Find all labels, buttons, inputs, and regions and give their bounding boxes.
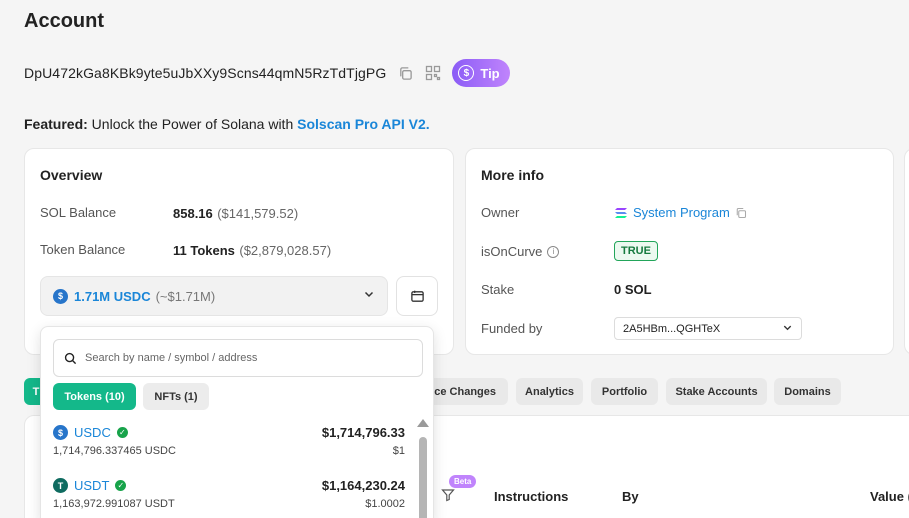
tip-button[interactable]: $ Tip [452,59,510,87]
owner-label: Owner [481,205,520,220]
funded-by-value: 2A5HBm...QGHTeX [623,322,721,335]
dollar-coin-icon: $ [458,65,475,81]
more-info-title: More info [481,167,544,183]
right-card-edge [904,148,909,355]
token-dropdown: Tokens (10) NFTs (1) USDC ✓ $1,714,796.3… [40,326,434,518]
usdt-icon [53,478,68,493]
scrollbar-thumb[interactable] [419,437,427,518]
token-row-usdt[interactable]: USDT ✓ $1,164,230.24 1,163,972.991087 US… [53,476,405,516]
tab-analytics[interactable]: Analytics [516,378,583,405]
tip-label: Tip [480,65,500,81]
filter-icon[interactable] [441,488,455,507]
token-amount: 1,714,796.337465 USDC [53,445,176,457]
scroll-up-arrow-icon[interactable] [417,419,429,427]
owner-link[interactable]: System Program [633,205,730,220]
verified-check-icon: ✓ [116,427,128,438]
token-balance-value: 11 Tokens [173,243,235,258]
usdc-icon [53,425,68,440]
usdc-icon [53,288,68,304]
solana-icon [615,207,627,218]
funded-by-label: Funded by [481,321,543,336]
token-search [53,339,423,377]
token-row-usdc[interactable]: USDC ✓ $1,714,796.33 1,714,796.337465 US… [53,423,405,463]
token-name-group: USDC ✓ [53,425,128,440]
overview-title: Overview [40,167,103,183]
token-symbol: USDC [74,425,111,440]
stake-value: 0 SOL [614,282,652,297]
chevron-down-icon [782,320,793,338]
stake-label: Stake [481,282,515,297]
sol-balance-value-group: 858.16 ($141,579.52) [173,205,298,223]
featured-text: Unlock the Power of Solana with [87,116,298,132]
oncurve-label-group: isOnCurve i [481,244,560,259]
oncurve-label: isOnCurve [481,244,543,259]
account-address: DpU472kGa8KBk9yte5uJbXXy9Scns44qmN5RzTdT… [24,65,387,81]
tab-nfts[interactable]: NFTs (1) [143,383,209,410]
token-price: $1.0002 [365,498,405,510]
copy-icon [736,207,746,218]
wallet-view-button[interactable] [396,276,438,316]
token-balance-usd: ($2,879,028.57) [239,243,332,258]
tab-stake-accounts[interactable]: Stake Accounts [666,378,767,405]
page-title: Account [24,10,104,32]
sol-balance-label: SOL Balance [40,205,117,220]
info-icon[interactable]: i [547,245,560,258]
featured-link[interactable]: Solscan Pro API V2. [297,116,430,132]
oncurve-badge: TRUE [614,241,658,261]
token-name-group: USDT ✓ [53,478,127,493]
tab-domains[interactable]: Domains [774,378,841,405]
column-value: Value ( [870,489,909,504]
token-search-input[interactable] [85,352,405,364]
chevron-down-icon [363,287,375,305]
column-by: By [622,489,639,504]
overview-card: Overview SOL Balance 858.16 ($141,579.52… [24,148,454,355]
column-instructions: Instructions [494,489,569,504]
beta-badge: Beta [449,475,477,488]
token-price: $1 [392,445,405,457]
sol-balance-usd: ($141,579.52) [217,206,299,221]
selected-token: 1.71M USDC [74,288,151,304]
more-info-card: More info Owner System Program isOnCurve… [465,148,894,355]
wallet-icon [410,290,424,302]
featured-banner: Featured: Unlock the Power of Solana wit… [24,116,430,132]
address-row: DpU472kGa8KBk9yte5uJbXXy9Scns44qmN5RzTdT… [24,59,510,87]
sol-balance-value: 858.16 [173,206,213,221]
featured-prefix: Featured: [24,116,88,132]
token-amount: 1,163,972.991087 USDT [53,498,175,510]
token-symbol: USDT [74,478,110,493]
funded-by-select[interactable]: 2A5HBm...QGHTeX [614,317,802,340]
token-balance-label: Token Balance [40,242,126,257]
tab-tokens[interactable]: Tokens (10) [53,383,136,410]
verified-check-icon: ✓ [115,480,127,491]
token-value: $1,714,796.33 [321,425,405,440]
token-value: $1,164,230.24 [321,478,405,493]
owner-value-group: System Program [614,205,747,220]
token-balance-value-group: 11 Tokens ($2,879,028.57) [173,242,331,260]
selected-token-usd: (~$1.71M) [155,288,216,304]
copy-icon[interactable] [396,64,414,82]
qr-code-icon[interactable] [424,64,442,82]
tab-portfolio[interactable]: Portfolio [591,378,658,405]
token-select[interactable]: 1.71M USDC (~$1.71M) [40,276,388,316]
search-icon [64,352,77,364]
